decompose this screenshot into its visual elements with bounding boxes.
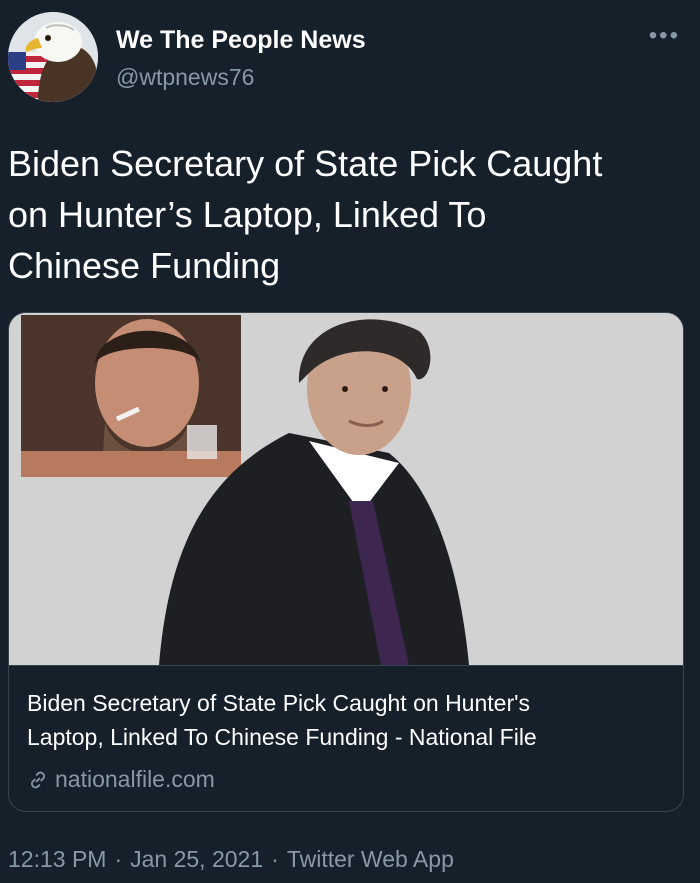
card-domain[interactable]: nationalfile.com (27, 766, 215, 793)
tweet-source[interactable]: Twitter Web App (287, 846, 454, 873)
more-icon[interactable]: ••• (649, 24, 680, 48)
card-domain-text: nationalfile.com (55, 766, 215, 792)
card-image[interactable] (9, 313, 683, 665)
tweet-text: Biden Secretary of State Pick Caught on … (8, 138, 688, 291)
link-card[interactable]: Biden Secretary of State Pick Caught on … (8, 312, 684, 812)
card-title-line: Laptop, Linked To Chinese Funding - Nati… (27, 724, 537, 750)
tweet-date[interactable]: Jan 25, 2021 (130, 846, 263, 873)
separator: · (271, 846, 279, 872)
card-photo (9, 313, 683, 665)
link-icon (31, 771, 45, 788)
card-title[interactable]: Biden Secretary of State Pick Caught on … (27, 686, 667, 754)
card-text[interactable]: Biden Secretary of State Pick Caught on … (9, 665, 683, 811)
tweet-text-line: Biden Secretary of State Pick Caught (8, 143, 603, 184)
avatar[interactable] (8, 12, 98, 102)
display-name[interactable]: We The People News (116, 26, 366, 55)
inset-photo (21, 315, 241, 477)
tweet-time[interactable]: 12:13 PM (8, 846, 106, 873)
tweet-text-line: Chinese Funding (8, 245, 281, 286)
handle[interactable]: @wtpnews76 (116, 64, 254, 91)
card-title-line: Biden Secretary of State Pick Caught on … (27, 690, 530, 716)
tweet-timestamp[interactable]: 12:13 PM · Jan 25, 2021 · Twitter Web Ap… (8, 846, 454, 873)
tweet-text-line: on Hunter’s Laptop, Linked To (8, 194, 487, 235)
eagle-flag-avatar-icon (8, 12, 98, 102)
separator: · (114, 846, 123, 872)
